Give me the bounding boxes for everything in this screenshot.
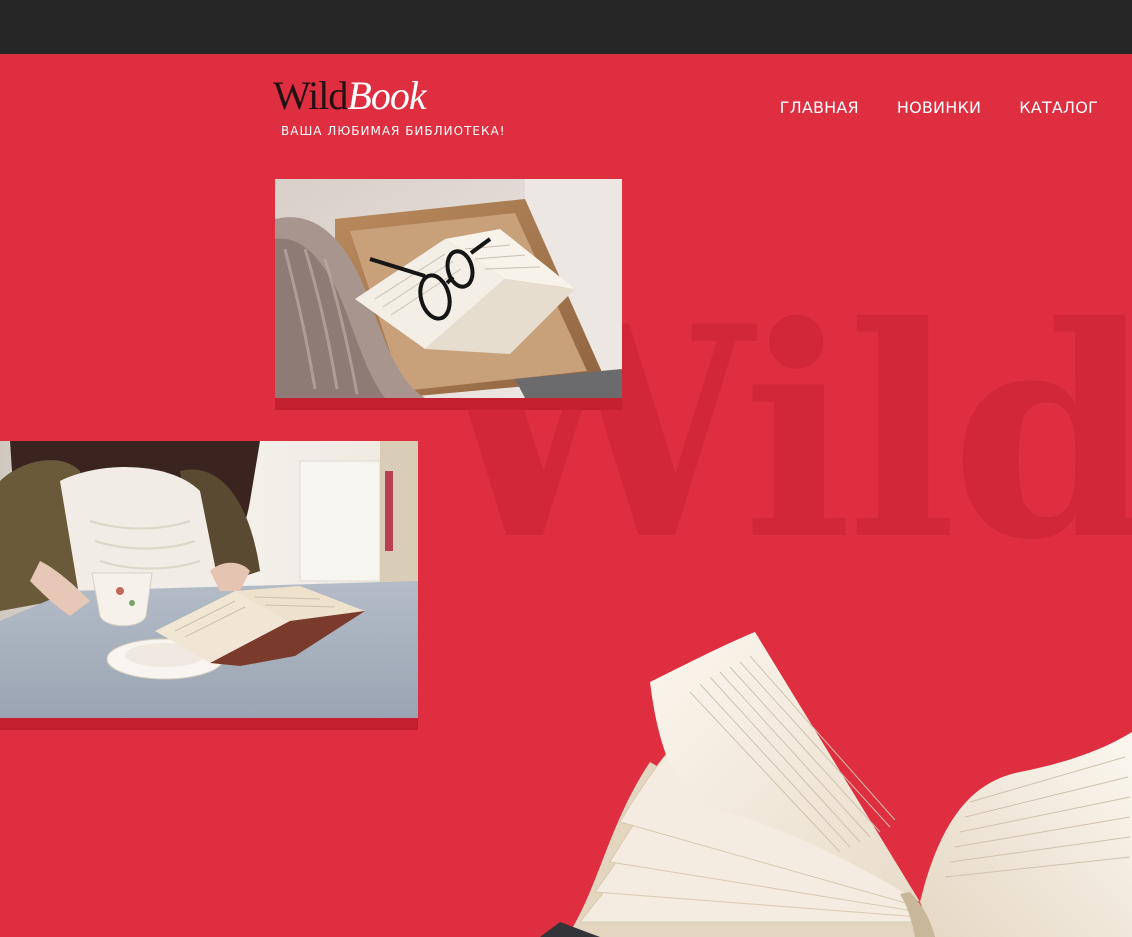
photo-book-glasses-tray bbox=[275, 179, 622, 398]
open-book-illustration bbox=[540, 632, 1132, 937]
hero-section: WildBo WildBook ВАША ЛЮБИМАЯ БИБЛИОТЕКА!… bbox=[0, 54, 1132, 937]
photo-shadow bbox=[0, 718, 418, 730]
site-logo[interactable]: WildBook bbox=[273, 73, 427, 118]
site-tagline: ВАША ЛЮБИМАЯ БИБЛИОТЕКА! bbox=[281, 124, 506, 138]
main-nav: ГЛАВНАЯ НОВИНКИ КАТАЛОГ bbox=[780, 98, 1098, 117]
photo-woman-tea-book bbox=[0, 441, 418, 718]
nav-link-new[interactable]: НОВИНКИ bbox=[897, 98, 981, 117]
logo-wordmark: WildBook bbox=[273, 73, 427, 118]
nav-link-catalog[interactable]: КАТАЛОГ bbox=[1019, 98, 1098, 117]
photo-shadow bbox=[275, 398, 622, 410]
top-bar bbox=[0, 0, 1132, 54]
logo-wild-text: Wild bbox=[273, 73, 348, 118]
logo-book-text: Book bbox=[347, 73, 426, 118]
nav-link-home[interactable]: ГЛАВНАЯ bbox=[780, 98, 859, 117]
